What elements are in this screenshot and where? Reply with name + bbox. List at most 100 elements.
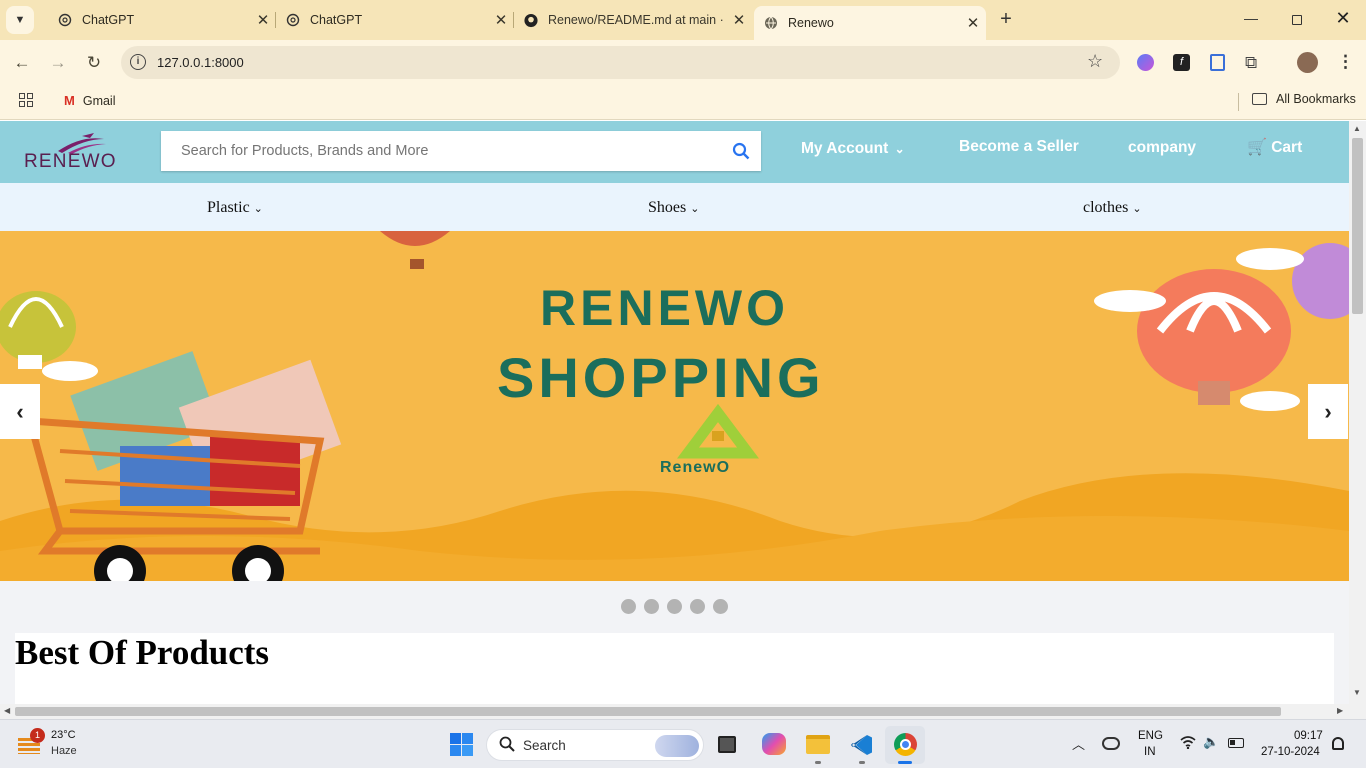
battery-icon[interactable]	[1228, 738, 1244, 748]
notification-bell-icon[interactable]	[1332, 737, 1344, 750]
carousel-dot[interactable]	[713, 599, 728, 614]
tab-title: Renewo	[788, 16, 834, 30]
tab-strip: ▼ ChatGPT ✕ ChatGPT ✕ Renewo/README.md a…	[0, 0, 1366, 40]
chrome-taskbar-button[interactable]	[885, 726, 925, 764]
onedrive-sync-icon[interactable]	[1102, 737, 1120, 750]
browser-menu-icon[interactable]: ⋮	[1337, 52, 1354, 72]
category-label: Shoes	[648, 199, 687, 216]
carousel-next-button[interactable]: ›	[1308, 384, 1348, 439]
vscode-icon[interactable]	[850, 733, 874, 757]
extensions-puzzle-icon[interactable]: ⧉	[1245, 53, 1257, 73]
become-seller-link[interactable]: Become a Seller	[959, 138, 1079, 156]
carousel-dot[interactable]	[644, 599, 659, 614]
scroll-down-icon[interactable]: ▼	[1353, 688, 1361, 697]
chevron-down-icon: ⌄	[894, 142, 905, 156]
best-products-section: Best Of Products	[15, 633, 1334, 704]
running-indicator	[815, 761, 821, 764]
section-title: Best Of Products	[15, 633, 270, 672]
horizontal-scrollbar[interactable]: ◀ ▶	[0, 704, 1366, 719]
tab-renewo[interactable]: Renewo ✕	[754, 6, 986, 40]
company-link[interactable]: company	[1128, 139, 1196, 157]
page-viewport: RENEWO My Account ⌄ Become a Seller comp…	[0, 121, 1349, 704]
carousel-prev-button[interactable]: ‹	[0, 384, 40, 439]
clock-date[interactable]: 27-10-2024	[1261, 746, 1320, 758]
chevron-down-icon: ⌄	[1132, 203, 1142, 215]
tray-chevron-up-icon[interactable]: ︿	[1072, 734, 1085, 753]
tab-chatgpt-2[interactable]: ChatGPT ✕	[268, 0, 514, 40]
gmail-icon: M	[64, 93, 75, 108]
carousel-dot[interactable]	[621, 599, 636, 614]
carousel-dot[interactable]	[690, 599, 705, 614]
language-line1[interactable]: ENG	[1138, 730, 1163, 742]
scroll-thumb[interactable]	[15, 707, 1281, 716]
reload-icon: ↻	[86, 52, 102, 72]
search-highlight-icon	[655, 735, 699, 757]
language-line2[interactable]: IN	[1144, 746, 1156, 758]
github-icon	[524, 13, 538, 27]
category-clothes[interactable]: clothes ⌄	[1083, 199, 1142, 217]
volume-icon[interactable]: 🔈	[1203, 734, 1219, 750]
all-bookmarks-button[interactable]: All Bookmarks	[1252, 92, 1356, 106]
search-input[interactable]	[161, 131, 721, 171]
profile-avatar[interactable]	[1297, 52, 1318, 73]
extension-doc-icon[interactable]	[1210, 54, 1225, 71]
banner-title-line1: RENEWO	[540, 280, 789, 336]
extension-formula-icon[interactable]: f	[1173, 54, 1190, 71]
file-explorer-icon[interactable]	[806, 735, 830, 754]
running-indicator	[859, 761, 865, 764]
site-info-icon[interactable]: i	[130, 54, 146, 70]
task-view-icon[interactable]	[718, 736, 736, 753]
close-icon[interactable]: ✕	[960, 14, 986, 32]
scroll-right-icon[interactable]: ▶	[1337, 706, 1343, 715]
extension-copilot-icon[interactable]	[1137, 54, 1154, 71]
back-button[interactable]: ←	[7, 40, 37, 85]
tab-github[interactable]: Renewo/README.md at main · ✕	[506, 0, 752, 40]
start-button[interactable]	[450, 733, 473, 756]
bookmark-label: Gmail	[82, 93, 116, 108]
apps-grid-icon[interactable]	[19, 93, 33, 107]
clock-time[interactable]: 09:17	[1294, 730, 1323, 742]
scroll-left-icon[interactable]: ◀	[4, 706, 10, 715]
scroll-up-icon[interactable]: ▲	[1353, 124, 1361, 133]
search-icon[interactable]	[732, 142, 750, 165]
new-tab-button[interactable]: +	[995, 8, 1017, 30]
vertical-scrollbar[interactable]: ▲ ▼	[1349, 121, 1366, 704]
close-window-button[interactable]: ✕	[1328, 8, 1358, 32]
logo-text: RENEWO	[24, 151, 117, 172]
minimize-button[interactable]: —	[1236, 10, 1266, 30]
my-account-menu[interactable]: My Account ⌄	[801, 140, 905, 158]
address-bar[interactable]: i ☆	[121, 46, 1120, 79]
forward-button[interactable]: →	[43, 40, 73, 85]
weather-temp: 23°C	[51, 729, 76, 741]
scroll-thumb[interactable]	[1352, 138, 1363, 314]
chevron-down-icon: ⌄	[690, 203, 700, 215]
taskbar-search-label: Search	[523, 738, 566, 753]
tab-chatgpt-1[interactable]: ChatGPT ✕	[40, 0, 276, 40]
taskbar-search[interactable]: Search	[486, 729, 704, 761]
site-logo[interactable]: RENEWO	[24, 133, 116, 173]
category-shoes[interactable]: Shoes ⌄	[648, 199, 699, 217]
restore-icon	[1292, 15, 1302, 25]
close-icon[interactable]: ✕	[726, 11, 752, 29]
carousel-dot[interactable]	[667, 599, 682, 614]
folder-icon	[1252, 93, 1267, 105]
tab-title: ChatGPT	[310, 13, 363, 27]
cart-link[interactable]: 🛒 Cart	[1247, 137, 1302, 157]
chrome-icon-center	[900, 739, 911, 750]
bookmark-star-icon[interactable]: ☆	[1087, 51, 1103, 72]
tab-search-button[interactable]: ▼	[6, 6, 34, 34]
reload-button[interactable]: ↻	[79, 40, 109, 85]
copilot-icon[interactable]	[762, 733, 786, 755]
category-bar: Plastic ⌄ Shoes ⌄ clothes ⌄	[0, 183, 1349, 231]
wifi-icon[interactable]	[1180, 735, 1196, 754]
bookmark-gmail[interactable]: M Gmail	[64, 93, 116, 108]
weather-badge: 1	[30, 728, 45, 743]
cart-label: Cart	[1271, 139, 1303, 156]
category-plastic[interactable]: Plastic ⌄	[207, 199, 263, 217]
weather-widget[interactable]: 1 23°C Haze	[16, 728, 96, 762]
search-box	[161, 131, 761, 171]
running-indicator	[898, 761, 912, 764]
site-header: RENEWO My Account ⌄ Become a Seller comp…	[0, 121, 1349, 183]
restore-button[interactable]	[1282, 10, 1312, 30]
url-text: 127.0.0.1:8000	[157, 55, 244, 70]
